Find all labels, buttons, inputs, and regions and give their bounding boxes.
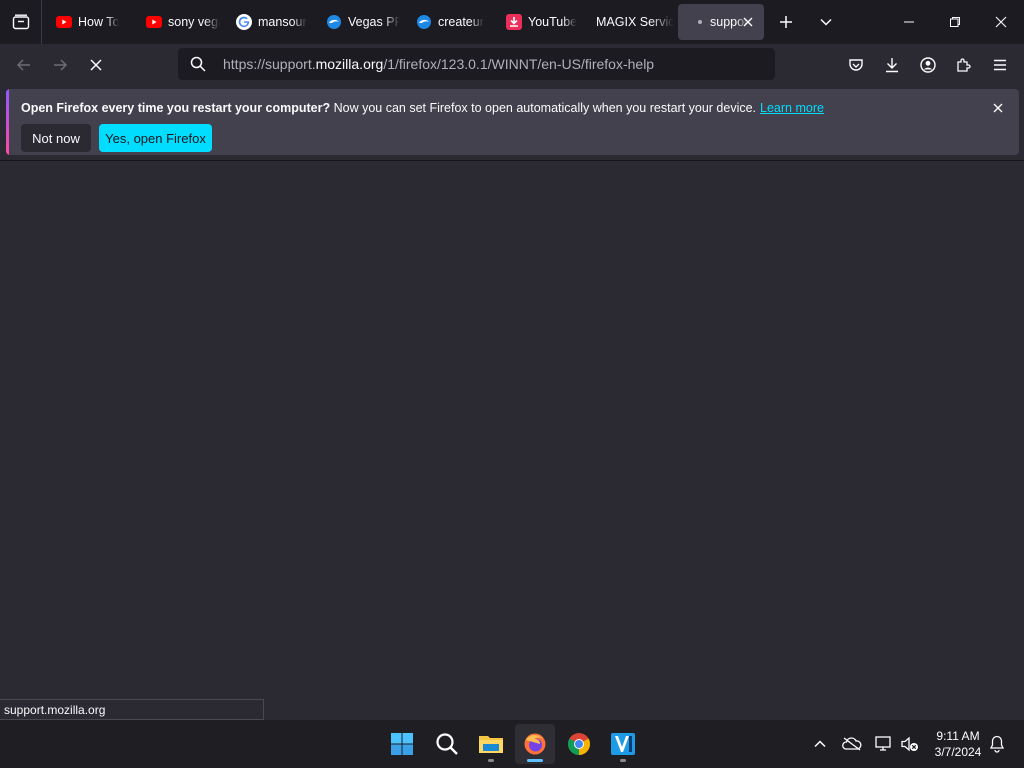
minimize-button[interactable] <box>886 0 932 44</box>
youtube-icon <box>146 14 162 30</box>
vegas-icon <box>611 733 635 755</box>
google-icon <box>236 14 252 30</box>
search-icon <box>190 56 206 72</box>
show-hidden-icons-button[interactable] <box>808 732 832 756</box>
search-button[interactable] <box>427 724 467 764</box>
notification-bar: Open Firefox every time you restart your… <box>6 89 1019 155</box>
notifications-button[interactable] <box>985 732 1009 756</box>
running-indicator <box>620 759 626 762</box>
network-icon <box>875 736 891 751</box>
chrome-icon <box>568 733 590 755</box>
tab-bar: How To sony vegas mansour Vegas PRO crea… <box>0 0 1024 44</box>
vegas-pro-button[interactable] <box>603 724 643 764</box>
download-icon <box>886 58 898 73</box>
tab-title: mansour <box>258 15 307 29</box>
arrow-right-icon <box>54 59 68 71</box>
firefox-icon <box>524 733 546 755</box>
tab-title: createur <box>438 15 484 29</box>
url-suffix: /1/firefox/123.0.1/WINNT/en-US/firefox-h… <box>383 56 655 72</box>
close-window-button[interactable] <box>978 0 1024 44</box>
close-icon <box>995 16 1007 28</box>
cloud-off-icon <box>842 737 862 751</box>
tab-how-to[interactable]: How To <box>46 4 130 40</box>
notification-message: Open Firefox every time you restart your… <box>21 101 824 115</box>
account-icon <box>920 57 936 73</box>
firefox-view-icon <box>12 14 29 30</box>
bell-icon <box>989 735 1005 753</box>
tab-createur[interactable]: createur <box>406 4 490 40</box>
menu-button[interactable] <box>985 50 1015 80</box>
back-button[interactable] <box>9 50 39 80</box>
onedrive-button[interactable] <box>840 732 864 756</box>
windows-icon <box>391 733 413 755</box>
tab-vegas-pro[interactable]: Vegas PRO <box>316 4 400 40</box>
plus-icon <box>780 16 792 28</box>
extensions-button[interactable] <box>949 50 979 80</box>
taskbar: 9:11 AM 3/7/2024 <box>0 720 1024 768</box>
volume-muted-icon <box>901 736 918 752</box>
clock-date: 3/7/2024 <box>934 745 982 759</box>
pocket-button[interactable] <box>841 50 871 80</box>
search-icon <box>436 733 458 755</box>
active-indicator <box>527 759 543 762</box>
notification-accent <box>6 89 9 155</box>
learn-more-link[interactable]: Learn more <box>760 101 824 115</box>
close-notification-icon[interactable] <box>991 101 1005 115</box>
tab-title: YouTube <box>528 15 578 29</box>
loading-dot-icon <box>692 14 708 30</box>
tab-mansour[interactable]: mansour <box>226 4 310 40</box>
open-firefox-button[interactable]: Yes, open Firefox <box>99 124 212 152</box>
not-now-button[interactable]: Not now <box>21 124 91 152</box>
stop-icon <box>90 59 102 71</box>
clock-time: 9:11 AM <box>936 729 980 743</box>
tab-title: sony vegas <box>168 15 220 29</box>
notification-text: Now you can set Firefox to open automati… <box>330 101 757 115</box>
file-explorer-button[interactable] <box>471 724 511 764</box>
url-prefix: https://support. <box>223 56 316 72</box>
pocket-icon <box>849 59 863 71</box>
url-domain: mozilla.org <box>315 56 384 72</box>
notification-title: Open Firefox every time you restart your… <box>21 101 331 115</box>
downloads-button[interactable] <box>877 50 907 80</box>
edge-icon <box>416 14 432 30</box>
stop-button[interactable] <box>81 50 111 80</box>
tab-magix-service[interactable]: MAGIX Service <box>586 4 674 40</box>
tab-title: How To <box>78 15 120 29</box>
running-indicator <box>488 759 494 762</box>
chevron-down-icon <box>820 18 832 26</box>
tab-sony-vegas[interactable]: sony vegas <box>136 4 220 40</box>
youtube-icon <box>56 14 72 30</box>
puzzle-icon <box>957 58 971 72</box>
firefox-view-button[interactable] <box>0 0 42 44</box>
chrome-button[interactable] <box>559 724 599 764</box>
list-all-tabs-button[interactable] <box>803 0 849 44</box>
network-button[interactable] <box>872 732 896 756</box>
firefox-taskbar-button[interactable] <box>515 724 555 764</box>
edge-icon <box>326 14 342 30</box>
url-text[interactable]: https://support.mozilla.org/1/firefox/12… <box>223 56 654 72</box>
forward-button[interactable] <box>45 50 75 80</box>
clock[interactable]: 9:11 AM 3/7/2024 <box>925 728 991 760</box>
status-panel: support.mozilla.org <box>0 699 264 720</box>
account-button[interactable] <box>913 50 943 80</box>
restore-icon <box>950 17 960 27</box>
folder-icon <box>479 736 503 753</box>
restore-button[interactable] <box>932 0 978 44</box>
tab-title: Vegas PRO <box>348 15 400 29</box>
arrow-left-icon <box>16 59 30 71</box>
chevron-up-icon <box>814 740 826 748</box>
tab-youtube[interactable]: YouTube <box>496 4 580 40</box>
minimize-icon <box>904 21 914 23</box>
tab-support[interactable]: support <box>678 4 764 40</box>
url-bar[interactable]: https://support.mozilla.org/1/firefox/12… <box>178 48 775 80</box>
hamburger-icon <box>994 59 1006 71</box>
page-content <box>0 161 1024 719</box>
download-icon <box>506 14 522 30</box>
volume-button[interactable] <box>898 732 922 756</box>
close-tab-icon[interactable] <box>740 14 756 30</box>
tab-title: MAGIX Service <box>596 15 674 29</box>
start-button[interactable] <box>382 724 422 764</box>
